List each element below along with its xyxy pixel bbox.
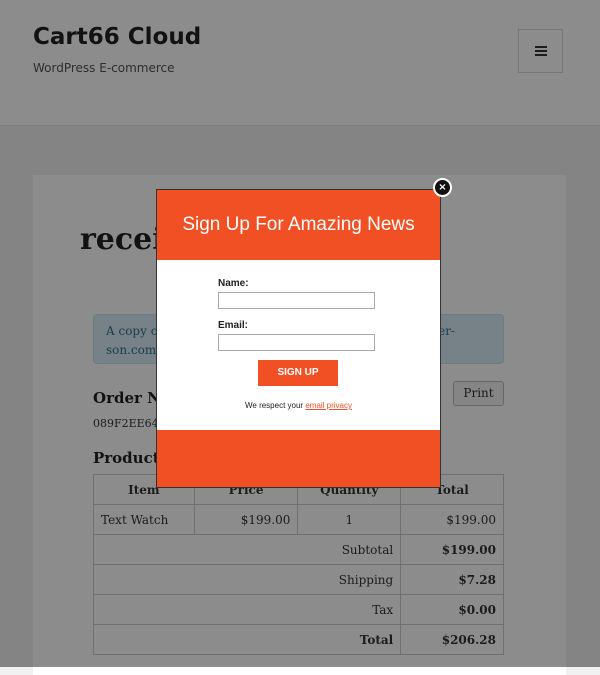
popup-footer bbox=[157, 430, 440, 487]
email-field[interactable] bbox=[218, 334, 375, 351]
sign-up-button[interactable]: SIGN UP bbox=[258, 360, 338, 386]
close-icon[interactable]: × bbox=[433, 178, 452, 197]
popup-header: Sign Up For Amazing News bbox=[157, 190, 440, 260]
signup-popup: Sign Up For Amazing News Name: Email: SI… bbox=[157, 190, 440, 487]
popup-title: Sign Up For Amazing News bbox=[182, 214, 415, 235]
privacy-text: We respect your bbox=[244, 401, 304, 410]
name-label: Name: bbox=[218, 278, 249, 289]
email-label: Email: bbox=[218, 320, 249, 331]
email-privacy-link[interactable]: email privacy bbox=[305, 401, 352, 410]
name-field[interactable] bbox=[218, 292, 375, 309]
privacy-note: We respect your email privacy bbox=[157, 401, 440, 410]
